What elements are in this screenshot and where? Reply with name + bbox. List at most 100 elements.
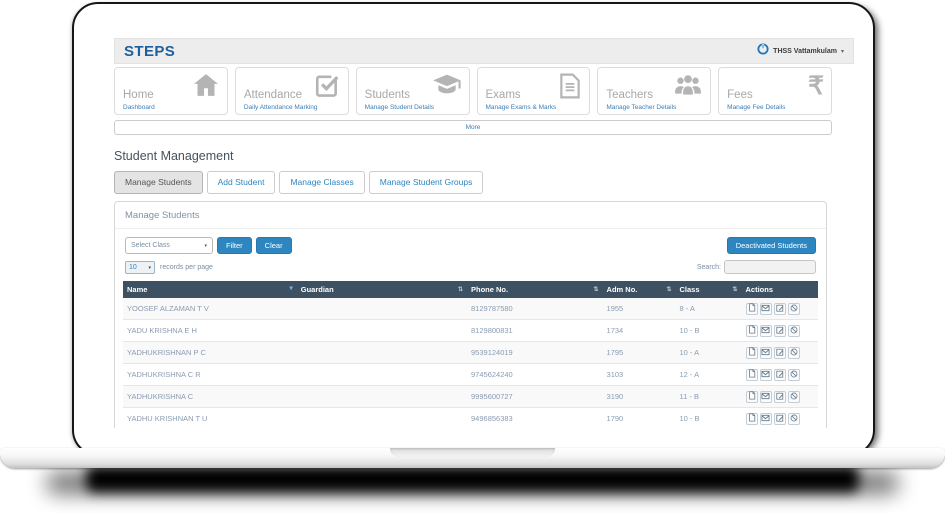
column-label: Actions (746, 285, 774, 294)
envelope-action-button[interactable] (760, 369, 772, 381)
edit-action-button[interactable] (774, 303, 786, 315)
nav-card-students[interactable]: StudentsManage Student Details (356, 67, 470, 115)
adm-no-cell: 1955 (603, 298, 676, 320)
class-cell: 8 - A (676, 298, 742, 320)
envelope-action-button[interactable] (760, 391, 772, 403)
search-box: Search: (697, 260, 816, 274)
account-name: THSS Vattamkulam (773, 48, 837, 55)
account-menu[interactable]: THSS Vattamkulam ▾ (757, 42, 844, 60)
column-header-guardian[interactable]: Guardian ⇅ (297, 281, 467, 298)
name-cell: YADU KRISHNA E H (123, 320, 297, 342)
actions-cell (742, 342, 818, 364)
document-icon (748, 325, 756, 336)
nav-card-fees[interactable]: ₹FeesManage Fee Details (718, 67, 832, 115)
tab-manage-student-groups[interactable]: Manage Student Groups (369, 171, 484, 194)
column-header-phoneno[interactable]: Phone No.⇅ (467, 281, 603, 298)
power-icon (757, 42, 769, 60)
more-bar[interactable]: More (114, 120, 832, 135)
sort-desc-icon: ▾ (289, 286, 292, 293)
column-header-name[interactable]: Name▾ (123, 281, 297, 298)
records-per-page-label: records per page (160, 264, 213, 271)
home-icon (192, 73, 220, 97)
name-cell: YADHU KRISHNAN T U (123, 408, 297, 429)
ban-action-button[interactable] (788, 303, 800, 315)
chevron-down-icon: ▾ (204, 243, 207, 249)
ban-icon (790, 392, 798, 402)
teachers-group-icon (673, 73, 703, 97)
column-label: Guardian (301, 285, 334, 294)
tab-manage-classes[interactable]: Manage Classes (279, 171, 364, 194)
ban-action-button[interactable] (788, 347, 800, 359)
search-input[interactable] (724, 260, 816, 274)
nav-card-exams[interactable]: ExamsManage Exams & Marks (477, 67, 591, 115)
ban-icon (790, 348, 798, 358)
nav-card-row: HomeDashboardAttendanceDaily Attendance … (114, 67, 832, 115)
graduation-cap-icon (432, 73, 462, 97)
name-cell: YADHUKRISHNA C (123, 386, 297, 408)
column-header-class[interactable]: Class⇅ (676, 281, 742, 298)
nav-card-title: Exams (486, 89, 521, 101)
tab-add-student[interactable]: Add Student (207, 171, 276, 194)
nav-card-title: Fees (727, 89, 753, 101)
class-select[interactable]: Select Class ▾ (125, 237, 213, 254)
document-action-button[interactable] (746, 369, 758, 381)
table-row: YADHU KRISHNAN T U 9496856383179010 - B (123, 408, 818, 429)
envelope-icon (761, 392, 770, 402)
name-cell: YADHUKRISHNA C R (123, 364, 297, 386)
table-row: YADHUKRISHNA C9995600727319011 - B (123, 386, 818, 408)
page-title: Student Management (114, 149, 832, 163)
column-header-admno[interactable]: Adm No.⇅ (603, 281, 676, 298)
envelope-action-button[interactable] (760, 347, 772, 359)
ban-action-button[interactable] (788, 325, 800, 337)
document-action-button[interactable] (746, 325, 758, 337)
document-action-button[interactable] (746, 347, 758, 359)
sort-icon: ⇅ (458, 287, 463, 293)
class-cell: 10 - B (676, 320, 742, 342)
rupee-icon: ₹ (808, 73, 824, 99)
class-cell: 10 - B (676, 408, 742, 429)
ban-icon (790, 304, 798, 314)
clear-button[interactable]: Clear (256, 237, 292, 254)
nav-card-title: Students (365, 89, 410, 101)
edit-action-button[interactable] (774, 325, 786, 337)
ban-action-button[interactable] (788, 369, 800, 381)
phone-cell: 9496856383 (467, 408, 603, 429)
tab-manage-students[interactable]: Manage Students (114, 171, 203, 194)
envelope-action-button[interactable] (760, 303, 772, 315)
nav-card-home[interactable]: HomeDashboard (114, 67, 228, 115)
phone-cell: 9745624240 (467, 364, 603, 386)
edit-action-button[interactable] (774, 369, 786, 381)
ban-action-button[interactable] (788, 391, 800, 403)
edit-icon (776, 370, 784, 380)
nav-card-attendance[interactable]: AttendanceDaily Attendance Marking (235, 67, 349, 115)
envelope-action-button[interactable] (760, 325, 772, 337)
adm-no-cell: 1790 (603, 408, 676, 429)
document-action-button[interactable] (746, 413, 758, 425)
document-action-button[interactable] (746, 303, 758, 315)
laptop-mockup: STEPS THSS Vattamkulam ▾ HomeDashboardAt… (0, 0, 945, 513)
edit-action-button[interactable] (774, 413, 786, 425)
column-label: Phone No. (471, 285, 508, 294)
app-header: STEPS THSS Vattamkulam ▾ (114, 38, 854, 64)
ban-icon (790, 370, 798, 380)
ban-action-button[interactable] (788, 413, 800, 425)
records-row: 10 ▾ records per page Search: (115, 258, 826, 281)
envelope-action-button[interactable] (760, 413, 772, 425)
deactivated-students-button[interactable]: Deactivated Students (727, 237, 816, 254)
edit-action-button[interactable] (774, 347, 786, 359)
ban-icon (790, 326, 798, 336)
adm-no-cell: 3103 (603, 364, 676, 386)
table-row: YADHUKRISHNAN P C9539124019179510 - A (123, 342, 818, 364)
actions-cell (742, 320, 818, 342)
steps-app-window: STEPS THSS Vattamkulam ▾ HomeDashboardAt… (114, 38, 854, 428)
filter-button[interactable]: Filter (217, 237, 252, 254)
edit-action-button[interactable] (774, 391, 786, 403)
records-per-page-select[interactable]: 10 ▾ (125, 261, 155, 274)
nav-card-title: Attendance (244, 89, 302, 101)
column-label: Class (680, 285, 700, 294)
nav-card-teachers[interactable]: TeachersManage Teacher Details (597, 67, 711, 115)
document-action-button[interactable] (746, 391, 758, 403)
students-table: Name▾ Guardian ⇅ Phone No.⇅Adm No.⇅Class⇅ Ac… (123, 281, 818, 428)
envelope-icon (761, 326, 770, 336)
laptop-screen: STEPS THSS Vattamkulam ▾ HomeDashboardAt… (72, 2, 875, 456)
